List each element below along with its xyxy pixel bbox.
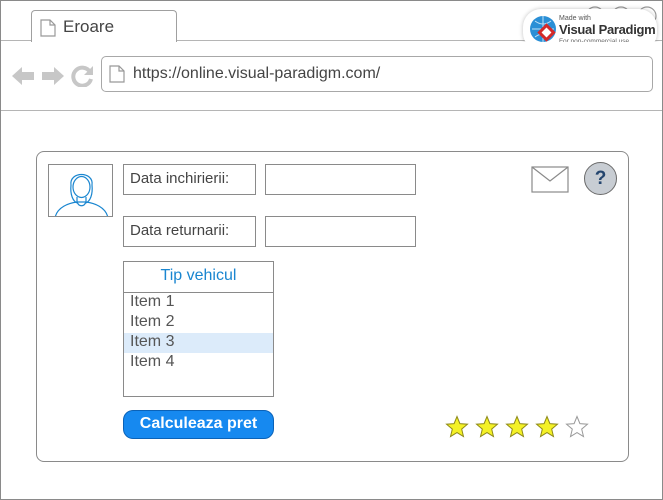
calculate-price-button[interactable]: Calculeaza pret [123, 410, 274, 439]
vehicle-type-list[interactable]: Tip vehicul Item 1 Item 2 Item 3 Item 4 [123, 261, 274, 397]
return-date-input[interactable] [265, 216, 416, 247]
avatar-person-icon [54, 173, 109, 216]
badge-made-with: Made with [559, 15, 591, 22]
star-filled-icon[interactable] [445, 415, 469, 439]
browser-window: Eroare Made with Visual Paradigm For non… [0, 0, 663, 500]
address-bar[interactable]: https://online.visual-paradigm.com/ [101, 56, 653, 92]
list-item-selected[interactable]: Item 3 [124, 333, 273, 353]
vehicle-list-title: Tip vehicul [124, 262, 273, 293]
list-item[interactable]: Item 4 [124, 353, 273, 373]
rental-form-card: Data inchirierii: Data returnarii: Tip v… [36, 151, 629, 462]
mail-icon[interactable] [531, 166, 569, 194]
star-filled-icon[interactable] [475, 415, 499, 439]
browser-tab[interactable]: Eroare [31, 10, 177, 42]
return-date-label: Data returnarii: [123, 216, 256, 247]
help-icon[interactable]: ? [584, 162, 617, 195]
star-filled-icon[interactable] [505, 415, 529, 439]
reload-icon[interactable] [71, 65, 95, 87]
back-arrow-icon[interactable] [11, 65, 35, 87]
page-icon [109, 65, 125, 83]
badge-brand: Visual Paradigm [559, 22, 656, 37]
url-text: https://online.visual-paradigm.com/ [133, 65, 381, 82]
forward-arrow-icon[interactable] [41, 65, 65, 87]
document-icon [40, 19, 56, 37]
browser-toolbar: https://online.visual-paradigm.com/ [1, 42, 662, 111]
list-item[interactable]: Item 2 [124, 313, 273, 333]
star-empty-icon[interactable] [565, 415, 589, 439]
rental-date-label: Data inchirierii: [123, 164, 256, 195]
rental-date-input[interactable] [265, 164, 416, 195]
user-avatar [48, 164, 113, 217]
visual-paradigm-logo-icon [530, 16, 556, 42]
tab-title: Eroare [63, 17, 115, 36]
list-item[interactable]: Item 1 [124, 293, 273, 313]
star-filled-icon[interactable] [535, 415, 559, 439]
tab-strip: Eroare Made with Visual Paradigm For non… [1, 1, 662, 51]
